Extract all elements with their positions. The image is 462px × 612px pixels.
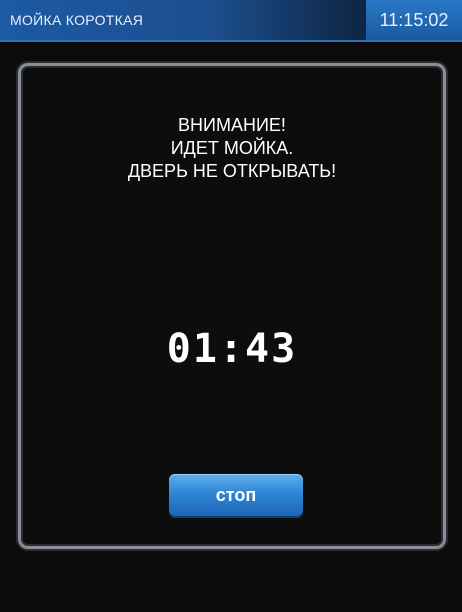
countdown-timer: 01:43 xyxy=(166,326,298,372)
stop-button[interactable]: стоп xyxy=(169,474,303,516)
warning-line: ВНИМАНИЕ! xyxy=(178,115,286,135)
warning-line: ИДЕТ МОЙКА. xyxy=(170,138,294,158)
title-bar: МОЙКА КОРОТКАЯ 11:15:02 xyxy=(0,0,462,42)
program-title: МОЙКА КОРОТКАЯ xyxy=(10,12,144,28)
warning-message: ВНИМАНИЕ! ИДЕТ МОЙКА. ДВЕРЬ НЕ ОТКРЫВАТЬ… xyxy=(21,114,443,183)
wash-panel: ВНИМАНИЕ! ИДЕТ МОЙКА. ДВЕРЬ НЕ ОТКРЫВАТЬ… xyxy=(18,63,446,549)
warning-line: ДВЕРЬ НЕ ОТКРЫВАТЬ! xyxy=(127,161,337,181)
clock: 11:15:02 xyxy=(366,0,462,40)
